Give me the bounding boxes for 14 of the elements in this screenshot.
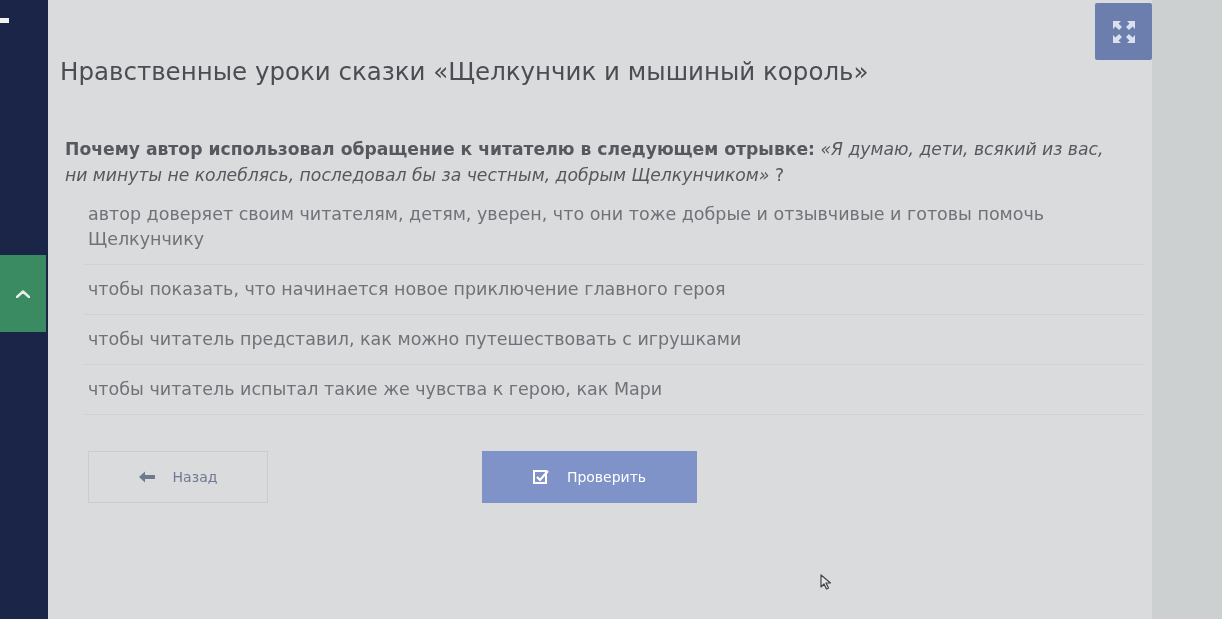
arrow-left-icon — [138, 471, 155, 483]
collapse-toggle[interactable] — [0, 255, 46, 332]
fullscreen-button[interactable] — [1095, 3, 1152, 60]
mouse-pointer-icon — [820, 574, 832, 590]
expand-icon — [1111, 19, 1136, 44]
answer-option[interactable]: чтобы показать, что начинается новое приключение главного героя — [84, 265, 1144, 315]
lesson-title: Нравственные уроки сказки «Щелкунчик и мышиный король» — [60, 56, 869, 88]
chevron-up-icon — [16, 289, 30, 298]
answer-option[interactable]: чтобы читатель испытал такие же чувства к герою, как Мари — [84, 365, 1144, 415]
question-text: Почему автор использовал обращение к читателю в следующем отрывке: «Я думаю, дети, всякий из вас, ни минуты не колеблясь, последовал бы за честным, добрым Щелкунчиком» ? — [65, 138, 1105, 187]
dash-icon — [0, 18, 9, 23]
answer-option[interactable]: чтобы читатель представил, как можно путешествовать с игрушками — [84, 315, 1144, 365]
answer-option[interactable]: автор доверяет своим читателям, детям, уверен, что они тоже добрые и отзывчивые и готовы помочь Щелкунчику — [84, 190, 1144, 265]
checkbox-icon — [532, 469, 549, 485]
